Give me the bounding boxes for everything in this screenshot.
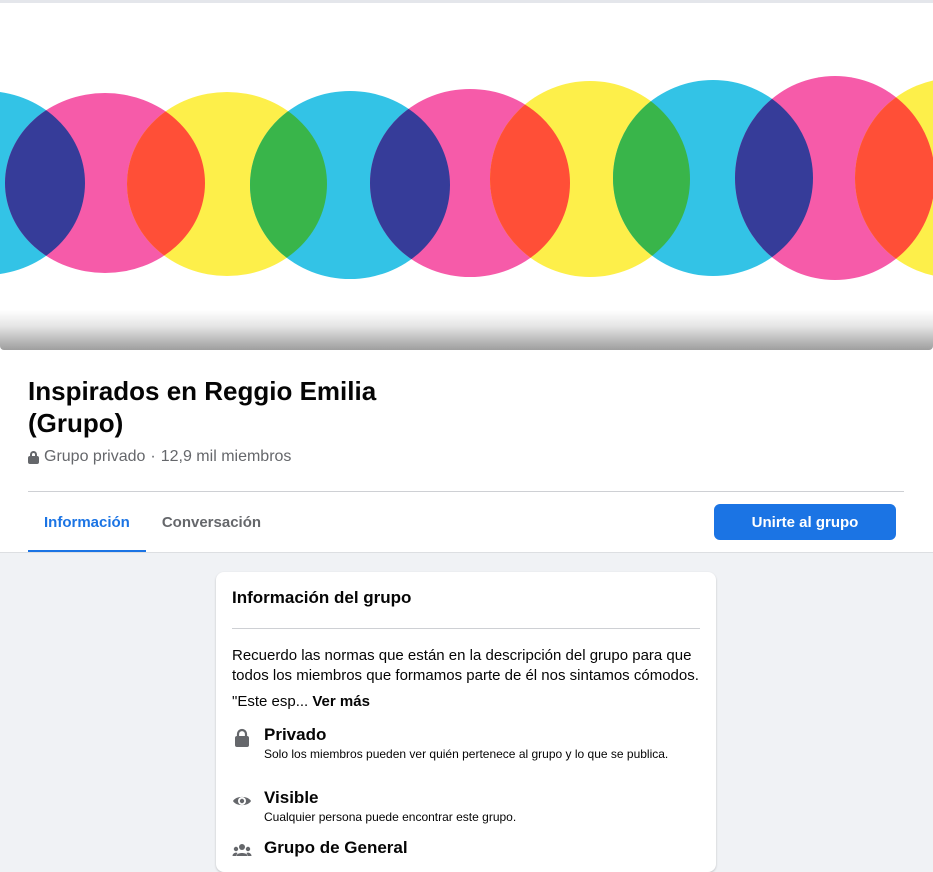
eye-icon [233,796,251,806]
tab-conversacion[interactable]: Conversación [146,492,277,552]
cover-photo[interactable] [0,3,933,350]
cover-gradient [0,310,933,350]
cover-circles-graphic [0,76,933,280]
about-description: Recuerdo las normas que están en la desc… [232,647,699,684]
info-sub: Cualquier persona puede encontrar este g… [264,810,517,824]
people-icon [232,844,252,856]
about-card: Información del grupo Recuerdo las norma… [216,572,716,872]
header-bottom-border [0,552,933,553]
lock-icon [235,728,249,747]
group-tabs: Información Conversación [28,492,277,553]
member-count[interactable]: 12,9 mil miembros [161,448,292,466]
join-group-button[interactable]: Unirte al grupo [714,504,896,540]
info-label: Privado [264,725,327,744]
info-label: Visible [264,788,319,807]
about-excerpt: "Este esp... Ver más [232,692,370,712]
about-divider [232,628,700,629]
info-label: Grupo de General [264,838,408,857]
excerpt-text: "Este esp... [232,693,309,710]
privacy-label: Grupo privado [44,448,146,465]
group-header: Inspirados en Reggio Emilia (Grupo) Grup… [0,0,933,553]
meta-separator: · [150,448,156,465]
group-name: Inspirados en Reggio Emilia (Grupo) [28,376,377,438]
tab-informacion[interactable]: Información [28,492,146,553]
info-sub: Solo los miembros pueden ver quién perte… [264,747,669,761]
group-meta: Grupo privado · 12,9 mil miembros [28,448,291,466]
see-more-link[interactable]: Ver más [312,693,370,710]
about-title: Información del grupo [232,588,412,607]
lock-icon [28,450,39,464]
